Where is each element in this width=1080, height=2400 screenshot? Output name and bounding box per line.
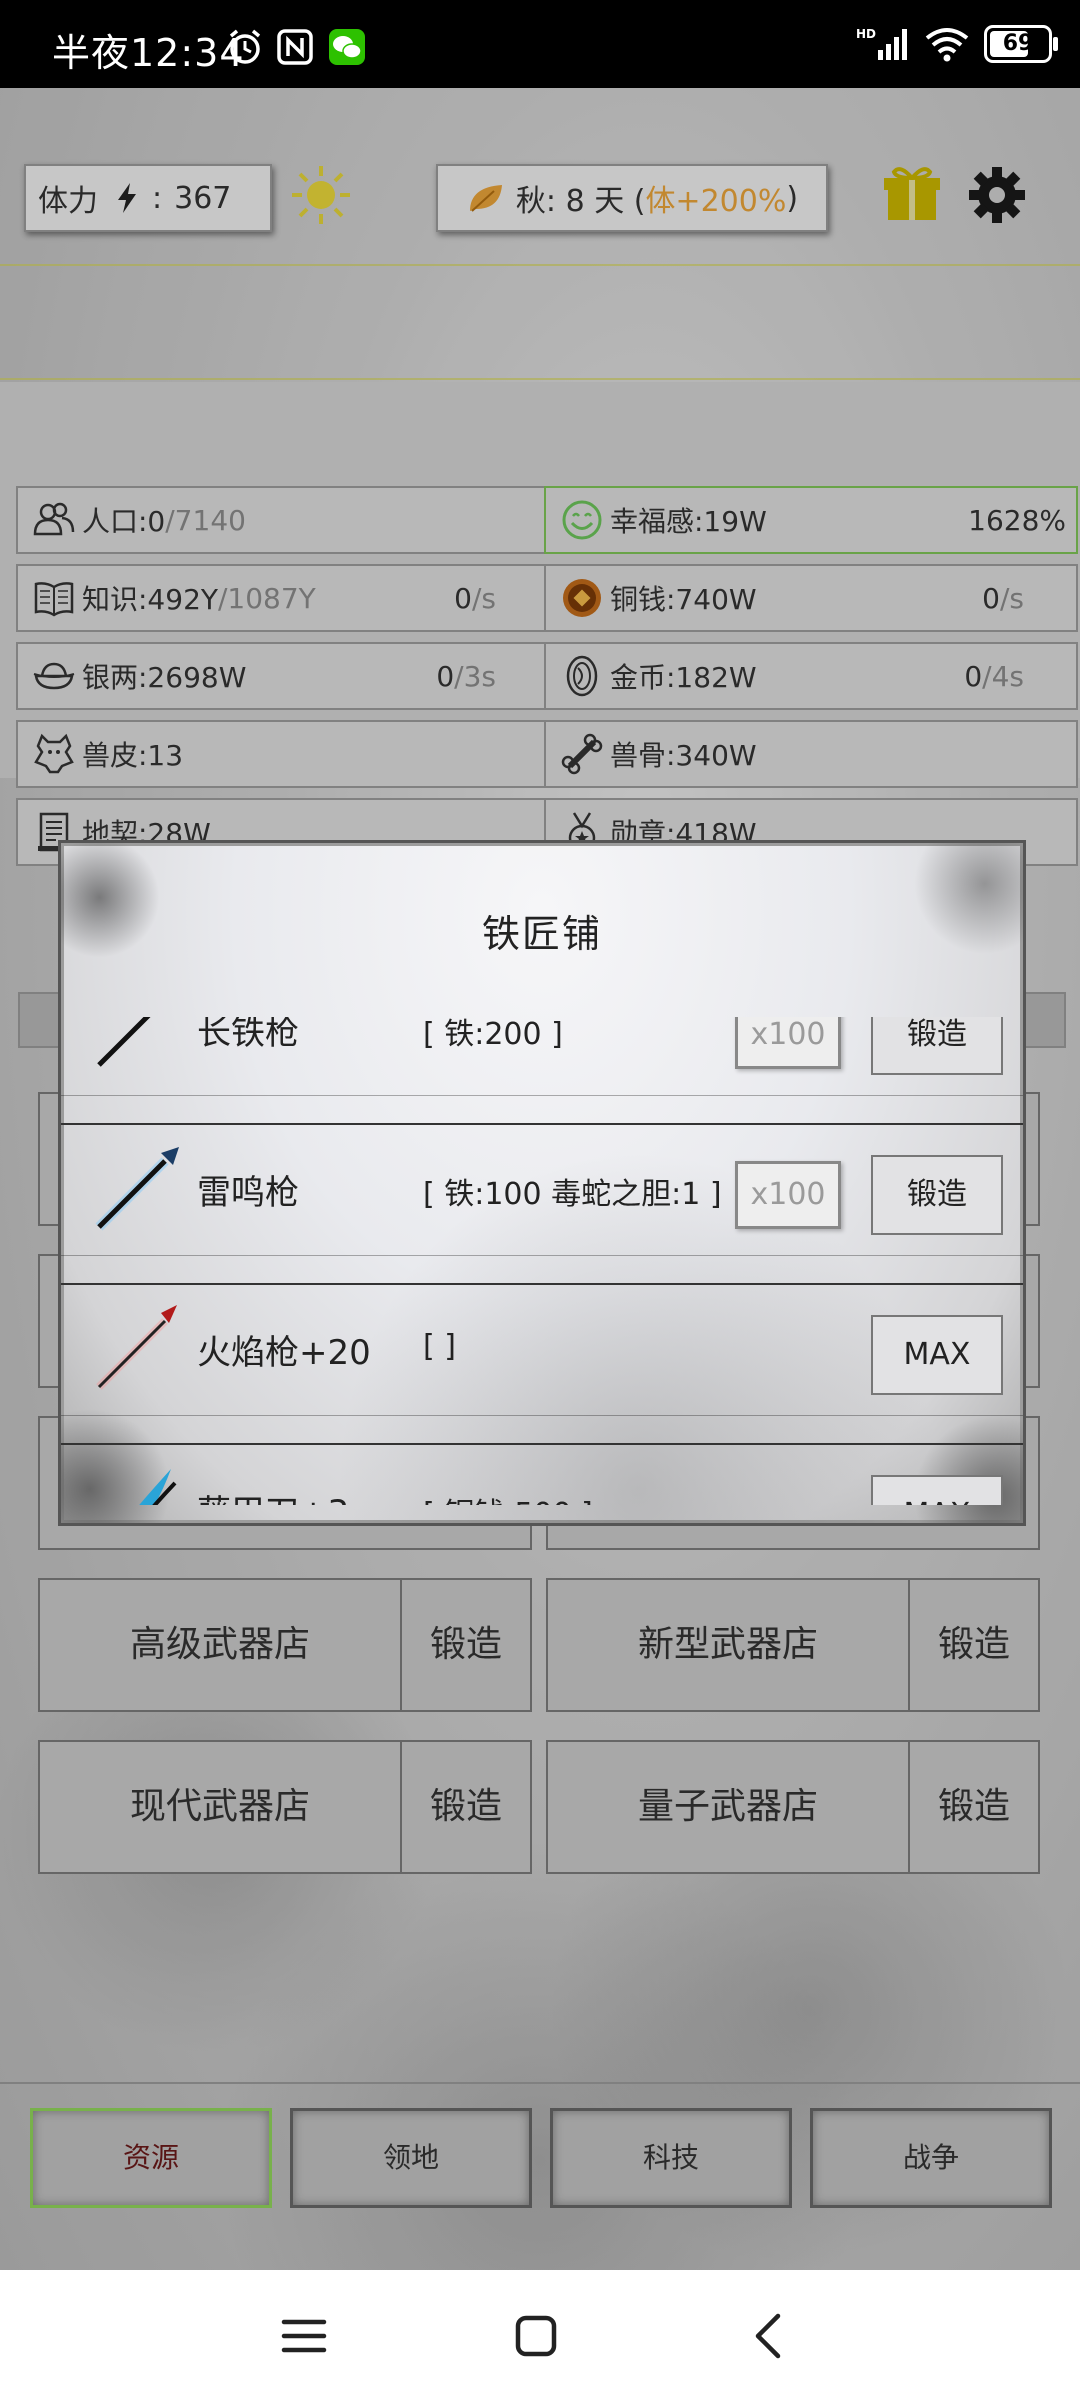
lightning-spear-icon [95,1147,179,1231]
back-icon[interactable] [742,2308,798,2364]
spear-icon [97,1017,151,1067]
list-item: 藤甲刀+3 [ 铜钱:500 ] MAX [61,1443,1023,1505]
menu-icon[interactable] [276,2308,332,2364]
quantity-button[interactable]: x100 [735,1161,841,1229]
status-bar: 半夜12:34 HD 69 [0,0,1080,88]
home-icon[interactable] [508,2308,564,2364]
quantity-button[interactable]: x100 [735,1017,841,1069]
battery-level: 69 [1002,31,1034,56]
list-item: 长铁枪 [ 铁:200 ] x100 锻造 [61,1017,1023,1096]
max-level-button[interactable]: MAX [871,1475,1003,1505]
dialog-title: 铁匠铺 [481,912,602,956]
svg-text:HD: HD [856,27,876,41]
nfc-icon [277,29,313,65]
alarm-icon [229,29,261,64]
forge-item-button[interactable]: 锻造 [871,1017,1003,1075]
wifi-icon [925,28,969,62]
blacksmith-dialog: 铁匠铺 长铁枪 [ 铁:200 ] x100 锻造 雷鸣枪 [ 铁:100 毒蛇… [58,840,1026,1526]
battery-icon: 69 [984,25,1058,63]
list-item: 火焰枪+20 [ ] MAX [61,1283,1023,1416]
status-time: 半夜12:34 [52,31,245,75]
list-item: 雷鸣枪 [ 铁:100 毒蛇之胆:1 ] x100 锻造 [61,1123,1023,1256]
wechat-icon [329,29,365,65]
signal-icon: HD [856,27,907,60]
fire-spear-icon [96,1305,177,1390]
blade-icon [139,1469,177,1505]
forge-item-list[interactable]: 长铁枪 [ 铁:200 ] x100 锻造 雷鸣枪 [ 铁:100 毒蛇之胆:1… [61,1017,1023,1505]
max-level-button[interactable]: MAX [871,1315,1003,1395]
system-nav-bar [0,2270,1080,2400]
forge-item-button[interactable]: 锻造 [871,1155,1003,1235]
